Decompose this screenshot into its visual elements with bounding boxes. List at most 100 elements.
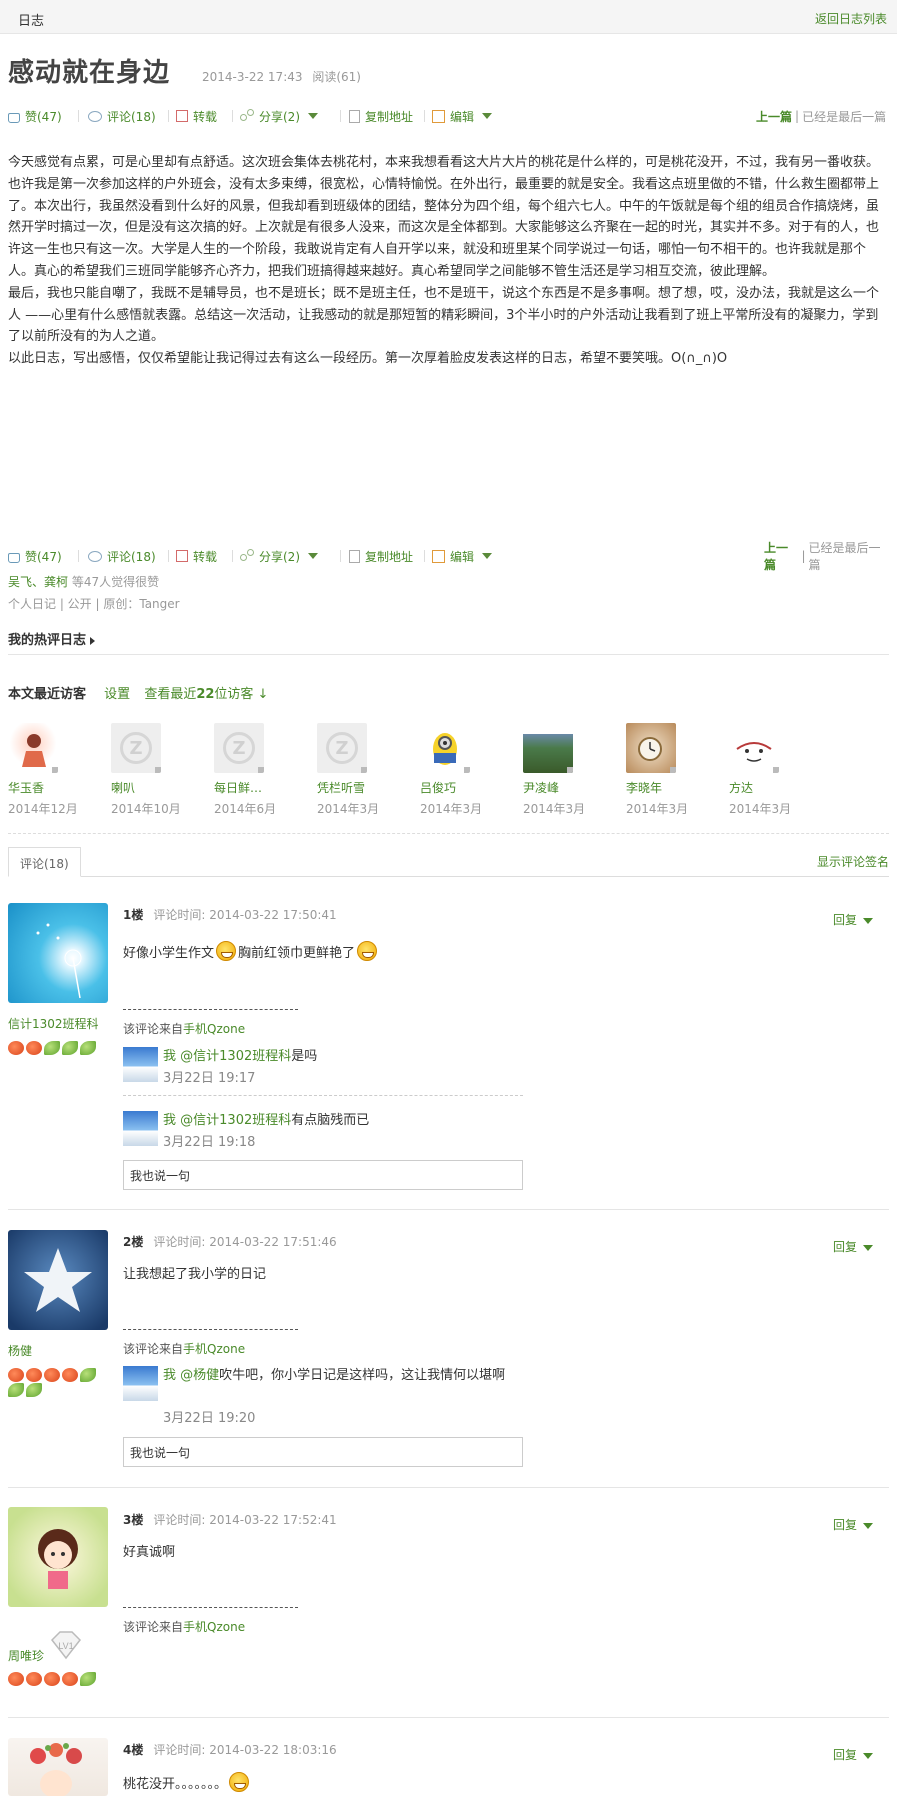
divider bbox=[168, 550, 169, 562]
reply-mention[interactable]: @信计1302班程科 bbox=[180, 1113, 291, 1128]
visitor-name[interactable]: 喇叭 bbox=[111, 779, 211, 796]
visitor-date: 2014年3月 bbox=[317, 802, 380, 816]
reply-button[interactable]: 回复 bbox=[833, 1516, 873, 1533]
divider bbox=[424, 550, 425, 562]
avatar[interactable]: Z bbox=[317, 723, 367, 773]
edit-button[interactable]: 编辑 bbox=[432, 106, 493, 126]
avatar[interactable] bbox=[523, 723, 573, 773]
replier-avatar[interactable] bbox=[123, 1047, 158, 1082]
chevron-down-icon bbox=[308, 113, 318, 119]
visitor-item[interactable]: 李晓年 2014年3月 bbox=[626, 723, 726, 817]
chevron-down-icon bbox=[308, 553, 318, 559]
likers-names-link[interactable]: 吴飞、龚柯 bbox=[8, 575, 68, 589]
avatar[interactable] bbox=[8, 723, 58, 773]
comment-text-part: 桃花没开。。。。。。。 bbox=[123, 1777, 228, 1792]
commenter-name[interactable]: 信计1302班程科 bbox=[8, 1015, 99, 1032]
visitor-item[interactable]: 方达 2014年3月 bbox=[729, 723, 829, 817]
visitor-item[interactable]: Z 凭栏听雪 2014年3月 bbox=[317, 723, 417, 817]
comment-button[interactable]: 评论(18) bbox=[88, 546, 156, 566]
comment-source: 该评论来自手机Qzone bbox=[123, 1020, 245, 1037]
hot-comments-heading[interactable]: 我的热评日志 bbox=[8, 629, 96, 648]
visitor-name[interactable]: 尹凌峰 bbox=[523, 779, 623, 796]
dashed-divider bbox=[123, 1329, 298, 1330]
source-link[interactable]: 手机Qzone bbox=[183, 1022, 245, 1036]
reply-label: 回复 bbox=[832, 913, 857, 927]
edit-label: 编辑 bbox=[450, 109, 475, 124]
likers-count-link[interactable]: 等47人觉得很赞 bbox=[68, 575, 159, 589]
replier-avatar[interactable] bbox=[123, 1366, 158, 1401]
visitor-item[interactable]: Z 每日鲜… 2014年6月 bbox=[214, 723, 314, 817]
copy-icon bbox=[349, 109, 360, 123]
edit-button[interactable]: 编辑 bbox=[432, 546, 493, 566]
share-button[interactable]: 分享(2) bbox=[240, 106, 318, 126]
reply-author[interactable]: 我 bbox=[163, 1049, 176, 1064]
commenter-avatar[interactable] bbox=[8, 1738, 108, 1796]
back-to-list-link[interactable]: 返回日志列表 bbox=[815, 10, 887, 27]
view-recent-visitors-link[interactable]: 查看最近22位访客 ↓ bbox=[144, 687, 268, 702]
visitor-item[interactable]: 吕俊巧 2014年3月 bbox=[420, 723, 520, 817]
say-something-input[interactable]: 我也说一句 bbox=[123, 1160, 523, 1190]
green-leaf-icon bbox=[8, 1383, 24, 1397]
post-content: 今天感觉有点累，可是心里却有点舒适。这次班会集体去桃花村，本来我想看看这大片大片… bbox=[8, 152, 888, 370]
nav-divider: | bbox=[801, 549, 806, 563]
show-signature-link[interactable]: 显示评论签名 bbox=[817, 853, 889, 870]
replier-avatar[interactable] bbox=[123, 1111, 158, 1146]
tab-comments[interactable]: 评论(18) bbox=[8, 847, 81, 877]
repost-button[interactable]: 转载 bbox=[176, 106, 217, 126]
reply-mention[interactable]: @信计1302班程科 bbox=[180, 1049, 291, 1064]
comment-button[interactable]: 评论(18) bbox=[88, 106, 156, 126]
like-button[interactable]: 赞(47) bbox=[8, 106, 62, 126]
visitor-name[interactable]: 方达 bbox=[729, 779, 829, 796]
reply-button[interactable]: 回复 bbox=[833, 1746, 873, 1763]
reply-button[interactable]: 回复 bbox=[833, 1238, 873, 1255]
like-button[interactable]: 赞(47) bbox=[8, 546, 62, 566]
visitor-item[interactable]: 尹凌峰 2014年3月 bbox=[523, 723, 623, 817]
copy-url-button[interactable]: 复制地址 bbox=[349, 106, 413, 126]
commenter-avatar[interactable] bbox=[8, 1230, 108, 1330]
avatar[interactable]: Z bbox=[214, 723, 264, 773]
copy-url-button[interactable]: 复制地址 bbox=[349, 546, 413, 566]
reply-author[interactable]: 我 bbox=[163, 1368, 176, 1383]
avatar[interactable]: Z bbox=[111, 723, 161, 773]
commenter-avatar[interactable] bbox=[8, 903, 108, 1003]
reply-button[interactable]: 回复 bbox=[833, 911, 873, 928]
share-button[interactable]: 分享(2) bbox=[240, 546, 318, 566]
section-title: 日志 bbox=[18, 14, 45, 29]
reply-author[interactable]: 我 bbox=[163, 1113, 176, 1128]
avatar-image bbox=[433, 733, 457, 765]
source-link[interactable]: 手机Qzone bbox=[183, 1342, 245, 1356]
post-nav: 上一篇 | 已经是最后一篇 bbox=[756, 106, 886, 126]
source-link[interactable]: 手机Qzone bbox=[183, 1620, 245, 1634]
commenter-name[interactable]: 周唯珍 bbox=[8, 1647, 44, 1664]
dashed-divider bbox=[123, 1095, 523, 1096]
visitor-name[interactable]: 华玉香 bbox=[8, 779, 108, 796]
visitor-item[interactable]: Z 喇叭 2014年10月 bbox=[111, 723, 211, 817]
green-leaf-icon bbox=[80, 1368, 96, 1382]
avatar[interactable] bbox=[420, 723, 470, 773]
prev-post-link[interactable]: 上一篇 bbox=[764, 539, 798, 573]
prev-post-link[interactable]: 上一篇 bbox=[756, 108, 792, 125]
status-dot bbox=[155, 767, 161, 773]
like-label: 赞(47) bbox=[25, 549, 62, 564]
comment-source: 该评论来自手机Qzone bbox=[123, 1340, 245, 1357]
visitor-date: 2014年6月 bbox=[214, 802, 277, 816]
say-something-input[interactable]: 我也说一句 bbox=[123, 1437, 523, 1467]
commenter-avatar[interactable] bbox=[8, 1507, 108, 1607]
red-fruit-icon bbox=[62, 1672, 78, 1686]
visitor-name[interactable]: 凭栏听雪 bbox=[317, 779, 417, 796]
visitor-item[interactable]: 华玉香 2014年12月 bbox=[8, 723, 108, 817]
status-dot bbox=[361, 767, 367, 773]
reply-mention[interactable]: @杨健 bbox=[180, 1368, 219, 1383]
visitor-name[interactable]: 每日鲜… bbox=[214, 779, 314, 796]
avatar[interactable] bbox=[626, 723, 676, 773]
visitor-name[interactable]: 吕俊巧 bbox=[420, 779, 520, 796]
commenter-name[interactable]: 杨健 bbox=[8, 1342, 32, 1359]
status-dot bbox=[567, 767, 573, 773]
red-fruit-icon bbox=[44, 1368, 60, 1382]
visitor-name[interactable]: 李晓年 bbox=[626, 779, 726, 796]
visitors-settings-link[interactable]: 设置 bbox=[104, 687, 130, 702]
red-fruit-icon bbox=[26, 1041, 42, 1055]
repost-button[interactable]: 转载 bbox=[176, 546, 217, 566]
avatar[interactable] bbox=[729, 723, 779, 773]
visitors-heading: 本文最近访客 bbox=[8, 687, 87, 702]
